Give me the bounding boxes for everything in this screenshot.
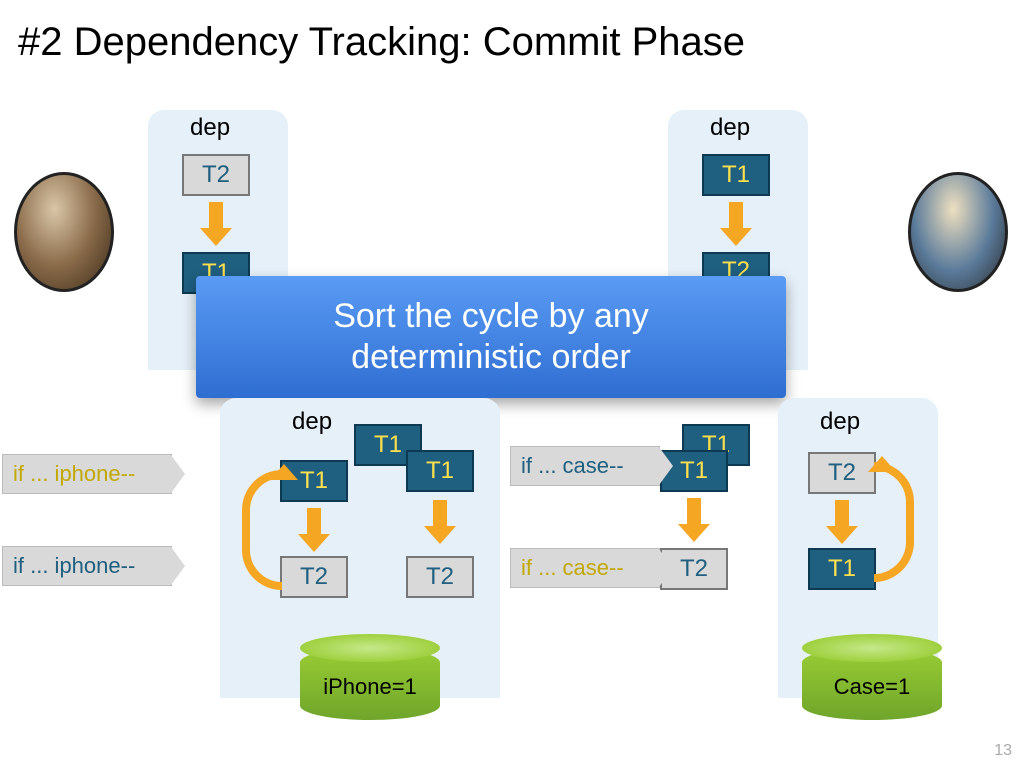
cylinder-iphone: iPhone=1 xyxy=(300,648,440,720)
box-t2-ul: T2 xyxy=(182,154,250,196)
slide-number: 13 xyxy=(994,742,1012,760)
cycle-arrow-left xyxy=(242,470,282,590)
callout-box: Sort the cycle by any deterministic orde… xyxy=(196,276,786,398)
portrait-left xyxy=(14,172,114,292)
arrow-down-1 xyxy=(209,202,223,230)
box-t2-lr: T2 xyxy=(808,452,876,494)
cylinder-case: Case=1 xyxy=(802,648,942,720)
cyl-label-case: Case=1 xyxy=(802,674,942,700)
tag-iphone: if ... iphone-- xyxy=(2,546,172,586)
dep-label-ll: dep xyxy=(292,408,332,436)
cyl-label-iphone: iPhone=1 xyxy=(300,674,440,700)
portrait-right xyxy=(908,172,1008,292)
tag-iphone-hi: if ... iphone-- xyxy=(2,454,172,494)
box-t1-lr: T1 xyxy=(808,548,876,590)
slide-title: #2 Dependency Tracking: Commit Phase xyxy=(18,20,745,65)
callout-line2: deterministic order xyxy=(226,337,756,378)
dep-label-lr: dep xyxy=(820,408,860,436)
box-t1-ur: T1 xyxy=(702,154,770,196)
arrow-down-3 xyxy=(307,508,321,536)
dep-label-ul: dep xyxy=(190,114,230,142)
box-t1-mid-b: T1 xyxy=(406,450,474,492)
arrow-down-5 xyxy=(687,498,701,526)
tag-case-hi: if ... case-- xyxy=(510,446,660,486)
callout-line1: Sort the cycle by any xyxy=(226,296,756,337)
tag-case: if ... case-- xyxy=(510,548,660,588)
arrow-down-2 xyxy=(729,202,743,230)
arrow-down-4 xyxy=(433,500,447,528)
box-t2-ll: T2 xyxy=(280,556,348,598)
arrow-down-6 xyxy=(835,500,849,528)
dep-label-ur: dep xyxy=(710,114,750,142)
box-t2-ll2: T2 xyxy=(406,556,474,598)
